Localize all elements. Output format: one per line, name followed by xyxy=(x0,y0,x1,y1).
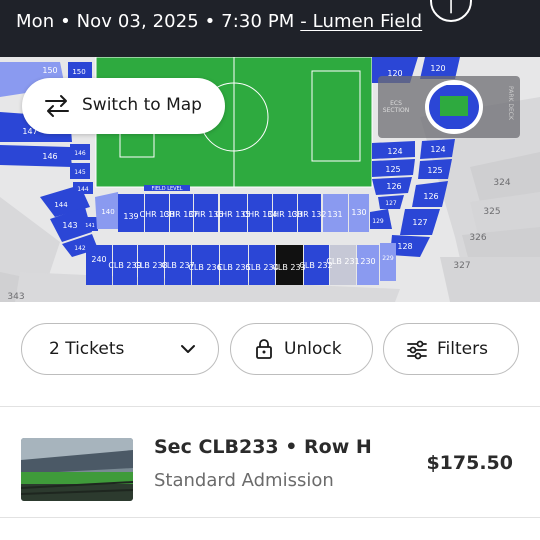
label-144-b: 144 xyxy=(54,201,68,209)
label-229: 229 xyxy=(382,255,394,262)
label-240: 240 xyxy=(91,255,106,264)
chevron-down-icon xyxy=(181,345,195,353)
label-324: 324 xyxy=(493,178,510,188)
listing-price: $175.50 xyxy=(426,452,513,474)
switch-to-map-button[interactable]: Switch to Map xyxy=(22,78,225,134)
unlock-label: Unlock xyxy=(284,339,342,359)
label-124-b: 124 xyxy=(430,145,445,154)
label-143: 143 xyxy=(62,221,77,230)
unlock-button[interactable]: Unlock xyxy=(230,323,373,375)
event-header: Mon • Nov 03, 2025 • 7:30 PM - Lumen Fie… xyxy=(0,0,540,302)
swap-arrows-icon xyxy=(45,95,69,117)
label-140: 140 xyxy=(101,208,114,216)
divider xyxy=(0,517,540,518)
label-142: 142 xyxy=(74,245,86,252)
listing-subtitle: Standard Admission xyxy=(154,470,334,491)
label-141: 141 xyxy=(85,223,95,229)
label-230: 230 xyxy=(360,257,375,266)
label-124-a: 124 xyxy=(387,147,402,156)
filters-label: Filters xyxy=(437,339,488,359)
label-126-a: 126 xyxy=(386,182,401,191)
label-146-b: 146 xyxy=(74,150,86,157)
label-343: 343 xyxy=(7,292,24,302)
ticket-quantity-select[interactable]: 2 Tickets xyxy=(21,323,219,375)
label-120-b: 120 xyxy=(430,64,445,73)
sliders-icon xyxy=(407,340,427,360)
label-127-b: 127 xyxy=(412,218,427,227)
event-date-line: Mon • Nov 03, 2025 • 7:30 PM - Lumen Fie… xyxy=(16,11,422,32)
label-150-b: 150 xyxy=(72,68,85,76)
section-146-left[interactable] xyxy=(0,145,72,167)
seat-map[interactable]: FIELD LEVEL 139 CHR 138 CHR 137 CHR 136 … xyxy=(0,57,540,302)
label-146-a: 146 xyxy=(42,152,57,161)
switch-to-map-label: Switch to Map xyxy=(82,95,202,115)
filters-button[interactable]: Filters xyxy=(383,323,519,375)
stadium-minimap[interactable]: ECS SECTION PARK DECK xyxy=(378,76,520,138)
label-131: 131 xyxy=(327,210,342,219)
label-130: 130 xyxy=(351,208,366,217)
minimap-right-label: PARK DECK xyxy=(507,86,514,120)
lock-icon xyxy=(256,339,272,359)
label-144-a: 144 xyxy=(77,186,89,193)
label-126-b: 126 xyxy=(423,192,438,201)
divider xyxy=(0,406,540,407)
section-view-thumbnail xyxy=(21,438,133,501)
info-icon: | xyxy=(448,0,454,14)
label-325: 325 xyxy=(483,207,500,217)
ticket-quantity-value: 2 Tickets xyxy=(49,339,125,359)
label-125-b: 125 xyxy=(427,166,442,175)
label-129: 129 xyxy=(372,218,384,225)
label-128: 128 xyxy=(397,242,412,251)
venue-link[interactable]: - Lumen Field xyxy=(300,11,422,32)
label-150-a: 150 xyxy=(42,66,57,75)
field-level-label: FIELD LEVEL xyxy=(151,186,182,192)
ticket-listing-screen: Mon • Nov 03, 2025 • 7:30 PM - Lumen Fie… xyxy=(0,0,540,540)
label-125-a: 125 xyxy=(385,165,400,174)
ticket-listing-row[interactable]: Sec CLB233 • Row H Standard Admission $1… xyxy=(0,408,540,518)
label-clb-231: CLB 231 xyxy=(326,257,359,266)
label-chr-132: CHR 132 xyxy=(292,210,327,219)
label-127-a: 127 xyxy=(385,200,397,207)
minimap-stadium-icon xyxy=(425,80,483,134)
label-145: 145 xyxy=(74,169,86,176)
event-date: Mon • Nov 03, 2025 • 7:30 PM xyxy=(16,11,295,32)
section-229[interactable] xyxy=(380,243,396,281)
info-button[interactable]: | xyxy=(430,0,472,22)
label-326: 326 xyxy=(469,233,486,243)
label-327: 327 xyxy=(453,261,470,271)
label-139: 139 xyxy=(123,212,138,221)
listing-title: Sec CLB233 • Row H xyxy=(154,436,372,458)
